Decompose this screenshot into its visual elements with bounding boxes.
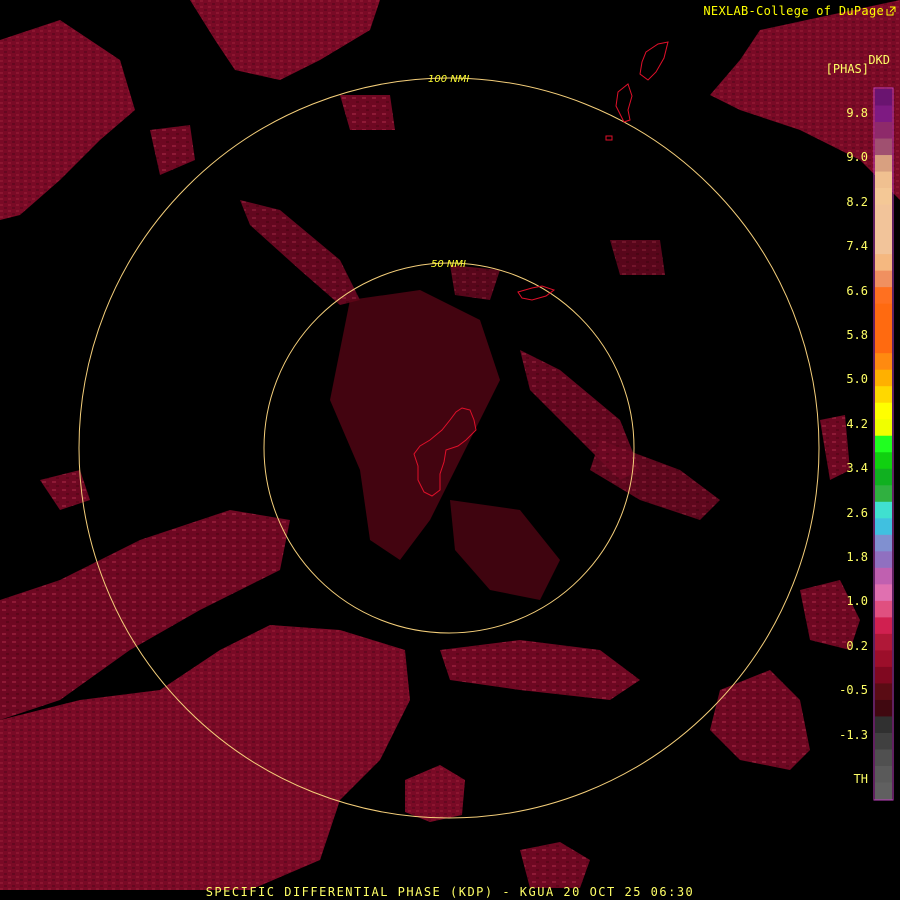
- legend-swatch: [875, 122, 892, 140]
- echo-n-small: [150, 125, 195, 175]
- legend-tick-label: -1.3: [839, 728, 868, 742]
- legend-tick-label: TH: [853, 772, 868, 786]
- legend-tick-label: 3.4: [846, 461, 868, 475]
- legend-swatch: [875, 435, 892, 453]
- legend-swatch: [875, 666, 892, 684]
- echo-s-low: [520, 842, 590, 888]
- legend-colorbar: [873, 87, 894, 801]
- external-link-icon[interactable]: [886, 6, 896, 16]
- legend-swatch: [875, 765, 892, 783]
- credit-label: NEXLAB-College of DuPage: [703, 4, 896, 18]
- legend-swatch: [875, 749, 892, 767]
- legend-swatch: [875, 155, 892, 173]
- echo-center-n: [450, 265, 500, 300]
- legend-swatch: [875, 303, 892, 321]
- legend-tick-label: 0.2: [846, 639, 868, 653]
- echo-nw-streak: [240, 200, 360, 305]
- legend-swatch: [875, 402, 892, 420]
- legend-tick-label: 1.0: [846, 594, 868, 608]
- radar-map: 100 NMI 50 NMI: [0, 0, 900, 890]
- echo-s-scatter: [450, 500, 560, 600]
- legend-swatch: [875, 699, 892, 717]
- legend-swatch: [875, 105, 892, 123]
- legend-tick-label: 1.8: [846, 550, 868, 564]
- saipan-outline: [639, 41, 669, 81]
- legend-swatch: [875, 633, 892, 651]
- legend-tick-label: 4.2: [846, 417, 868, 431]
- legend-tick-label: 2.6: [846, 506, 868, 520]
- legend-swatch: [875, 138, 892, 156]
- aguijan-outline: [605, 135, 613, 141]
- legend-swatch: [875, 716, 892, 734]
- tinian-outline: [615, 83, 633, 123]
- legend-tick-label: 8.2: [846, 195, 868, 209]
- legend-swatch: [875, 501, 892, 519]
- legend-swatch: [875, 584, 892, 602]
- legend-swatch: [875, 287, 892, 305]
- echo-se: [710, 670, 810, 770]
- legend-swatch: [875, 600, 892, 618]
- credit-text: NEXLAB-College of DuPage: [703, 4, 884, 18]
- legend-tick-label: 5.8: [846, 328, 868, 342]
- product-title: SPECIFIC DIFFERENTIAL PHASE (KDP) - KGUA…: [205, 885, 695, 899]
- echo-n-mid: [340, 95, 395, 130]
- legend-swatch: [875, 452, 892, 470]
- echo-w-small: [40, 470, 90, 510]
- ring-label-100: 100 NMI: [428, 74, 469, 85]
- legend-swatch: [875, 336, 892, 354]
- legend-swatch: [875, 171, 892, 189]
- legend-swatch: [875, 188, 892, 206]
- legend-tick-label: 7.4: [846, 239, 868, 253]
- legend-swatch: [875, 518, 892, 536]
- echo-ne-small: [610, 240, 665, 275]
- legend-swatch: [875, 732, 892, 750]
- precipitation-echoes: [0, 0, 900, 890]
- legend-swatch: [875, 254, 892, 272]
- legend-swatch: [875, 551, 892, 569]
- legend-swatch: [875, 683, 892, 701]
- echo-se-band: [440, 640, 640, 700]
- ring-label-50: 50 NMI: [431, 259, 466, 270]
- echo-center-band: [590, 440, 720, 520]
- legend-swatch: [875, 650, 892, 668]
- legend-swatch: [875, 485, 892, 503]
- legend-swatch: [875, 567, 892, 585]
- legend-swatch: [875, 237, 892, 255]
- legend-swatch: [875, 386, 892, 404]
- legend-swatch: [875, 617, 892, 635]
- product-unit: [PHAS]: [825, 62, 869, 76]
- legend-swatch: [875, 468, 892, 486]
- legend-swatch: [875, 204, 892, 222]
- echo-n: [190, 0, 380, 80]
- legend-swatch: [875, 782, 892, 800]
- legend-tick-label: 5.0: [846, 372, 868, 386]
- echo-ne: [710, 0, 900, 200]
- legend-tick-label: -0.5: [839, 683, 868, 697]
- echo-nw: [0, 20, 135, 220]
- legend-swatch: [875, 534, 892, 552]
- legend-swatch: [875, 270, 892, 288]
- legend-swatch: [875, 221, 892, 239]
- legend-tick-label: 9.0: [846, 150, 868, 164]
- legend-swatch: [875, 89, 892, 107]
- legend-tick-label: 9.8: [846, 106, 868, 120]
- echo-s-blob: [405, 765, 465, 822]
- legend-swatch: [875, 419, 892, 437]
- legend-tick-label: 6.6: [846, 284, 868, 298]
- rota-outline: [517, 285, 556, 301]
- legend-swatch: [875, 353, 892, 371]
- legend-swatch: [875, 320, 892, 338]
- product-code: DKD: [868, 53, 890, 67]
- legend-swatch: [875, 369, 892, 387]
